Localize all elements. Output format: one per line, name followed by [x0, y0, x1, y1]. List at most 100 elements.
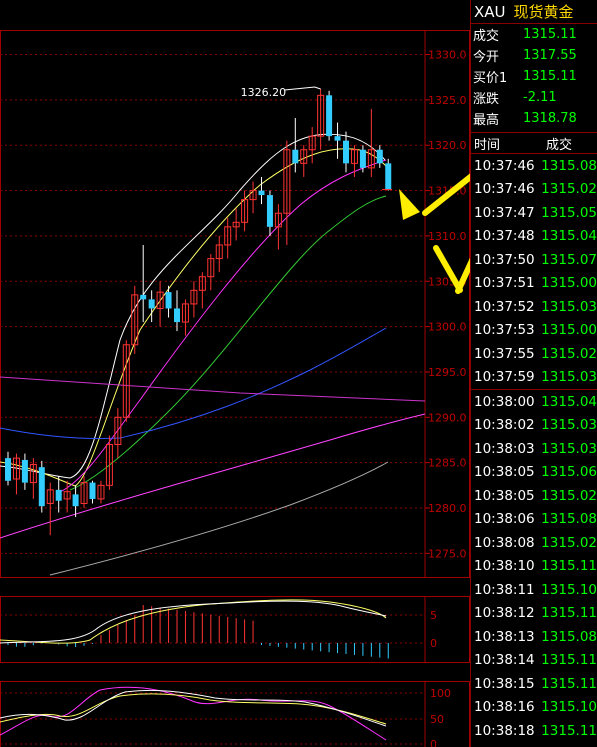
tick-price: 1315.02 — [541, 181, 597, 198]
ticks-header: 时间 成交 — [471, 132, 597, 154]
tick-price: 1315.11 — [541, 722, 597, 739]
tick-row: 10:38:14 1315.11 — [471, 649, 597, 673]
candle-body — [343, 140, 349, 164]
tick-price: 1315.06 — [541, 464, 597, 481]
tick-time: 10:37:53 — [474, 322, 535, 339]
symbol-header: XAU 现货黄金 — [471, 0, 597, 24]
tick-price: 1315.03 — [541, 417, 597, 434]
tick-time: 10:37:52 — [474, 298, 535, 315]
tick-time: 10:38:11 — [474, 581, 535, 598]
tick-row: 10:38:06 1315.08 — [471, 508, 597, 532]
tick-time: 10:37:55 — [474, 345, 535, 362]
tick-row: 10:38:18 1315.11 — [471, 719, 597, 743]
quote-row: 涨跌 -2.11 — [471, 87, 597, 108]
tick-time: 10:38:12 — [474, 605, 535, 622]
ticks-header-time: 时间 — [474, 137, 501, 153]
candle-body — [359, 149, 366, 168]
tick-row: 10:38:03 1315.03 — [471, 437, 597, 461]
macd-dif-line — [0, 600, 387, 644]
tick-time: 10:37:51 — [474, 275, 535, 292]
tick-row: 10:37:46 1315.08 — [471, 154, 597, 178]
candle-body — [72, 494, 79, 507]
ma-line-yellow — [0, 148, 387, 487]
candle-body — [376, 149, 383, 164]
quote-row: 成交 1315.11 — [471, 24, 597, 45]
quote-value: 1315.11 — [523, 69, 577, 84]
tick-row: 10:38:13 1315.08 — [471, 625, 597, 649]
ma-line-gray — [49, 461, 389, 576]
tick-time: 10:38:18 — [474, 722, 535, 739]
ma-line-purple — [0, 376, 426, 402]
macd-dea-line — [0, 599, 387, 644]
candle-body — [174, 308, 180, 323]
tick-time: 10:38:13 — [474, 628, 535, 645]
tick-row: 10:37:48 1315.04 — [471, 225, 597, 249]
tick-row: 10:38:00 1315.04 — [471, 389, 597, 414]
tick-price: 1315.00 — [541, 275, 597, 292]
quote-label: 今开 — [473, 50, 500, 65]
kdj-tick-label: 0 — [430, 738, 437, 747]
quote-label: 最高 — [473, 113, 500, 128]
candle-body — [89, 482, 96, 499]
candle-body — [258, 190, 265, 196]
tick-time: 10:38:08 — [474, 534, 535, 551]
high-price-label: 1326.20 — [241, 86, 287, 99]
candle-body — [5, 458, 11, 481]
quote-value: 1315.11 — [523, 27, 577, 42]
tick-time: 10:38:15 — [474, 675, 535, 692]
kdj-frame — [0, 681, 470, 747]
tick-row: 10:37:55 1315.02 — [471, 342, 597, 366]
tick-time: 10:38:10 — [474, 558, 535, 575]
tick-price: 1315.08 — [541, 157, 597, 174]
candle-body — [334, 136, 341, 141]
quote-label: 买价1 — [473, 71, 508, 86]
tick-time: 10:37:46 — [474, 157, 535, 174]
tick-row: 10:37:59 1315.03 — [471, 366, 597, 390]
price-tick-label: 1310.0 — [428, 230, 467, 243]
tick-price: 1315.08 — [541, 511, 597, 528]
symbol-name: 现货黄金 — [513, 3, 574, 21]
quote-row: 最高 1318.78 — [471, 108, 597, 129]
tick-price: 1315.10 — [541, 699, 597, 716]
macd-tick-label: 0 — [430, 637, 437, 650]
candle-body — [148, 299, 155, 309]
quote-label: 涨跌 — [473, 92, 500, 107]
main-frame — [0, 30, 470, 578]
quote-list: 成交 1315.11 今开 1317.55 买价1 1315.11 涨跌 -2.11 最高 131… — [471, 24, 597, 129]
price-tick-label: 1325.0 — [428, 94, 467, 107]
tick-price: 1315.02 — [541, 345, 597, 362]
price-tick-label: 1275.0 — [428, 547, 467, 560]
candle-body — [165, 292, 172, 309]
candle-body — [326, 95, 333, 137]
kline-chart[interactable]: 1330.01325.01320.01315.01310.01305.01300… — [0, 0, 470, 747]
tick-price: 1315.11 — [541, 558, 597, 575]
quote-row: 今开 1317.55 — [471, 45, 597, 66]
tick-list[interactable]: 10:37:46 1315.08 10:37:46 1315.02 10:37:47 13… — [471, 154, 597, 743]
price-tick-label: 1330.0 — [428, 49, 467, 62]
tick-price: 1315.07 — [541, 251, 597, 268]
tick-row: 10:38:05 1315.06 — [471, 461, 597, 485]
tick-row: 10:37:52 1315.03 — [471, 295, 597, 319]
kdj-tick-label: 50 — [430, 713, 444, 726]
candlesticks — [5, 88, 392, 536]
tick-time: 10:37:46 — [474, 181, 535, 198]
tick-time: 10:37:48 — [474, 228, 535, 245]
tick-row: 10:38:02 1315.03 — [471, 414, 597, 438]
tick-row: 10:38:15 1315.11 — [471, 672, 597, 696]
arrow-head-small — [399, 189, 420, 220]
tick-time: 10:38:06 — [474, 511, 535, 528]
candle-body — [21, 459, 28, 483]
tick-row: 10:38:10 1315.11 — [471, 555, 597, 579]
tick-row: 10:37:51 1315.00 — [471, 272, 597, 296]
tick-price: 1315.00 — [541, 322, 597, 339]
macd-frame — [0, 596, 470, 663]
tick-price: 1315.05 — [541, 204, 597, 221]
quote-panel: XAU 现货黄金 成交 1315.11 今开 1317.55 买价1 1315.11 涨跌 -… — [470, 0, 597, 747]
quote-row: 买价1 1315.11 — [471, 66, 597, 87]
tick-row: 10:38:12 1315.11 — [471, 602, 597, 626]
candle-body — [140, 294, 147, 300]
quote-label: 成交 — [473, 29, 500, 44]
price-tick-label: 1285.0 — [428, 457, 467, 470]
kdj-j-line — [0, 686, 387, 741]
tick-time: 10:38:16 — [474, 699, 535, 716]
